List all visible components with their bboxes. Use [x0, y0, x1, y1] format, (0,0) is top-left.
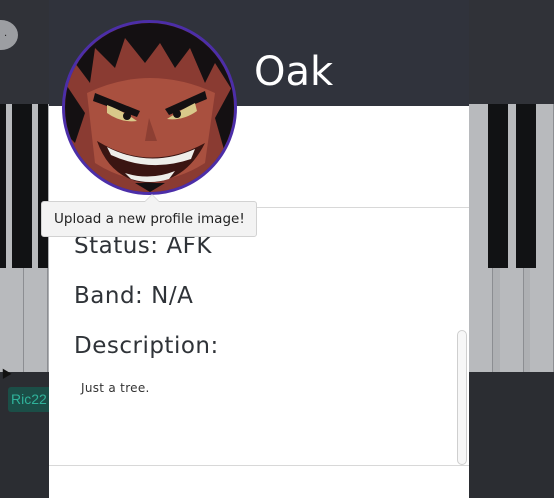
description-text: Just a tree. [81, 381, 150, 395]
upload-avatar-tooltip: Upload a new profile image! [41, 194, 257, 237]
profile-name: Oak [254, 49, 334, 95]
piano-black-key[interactable] [12, 104, 32, 268]
profile-avatar-button[interactable] [62, 20, 237, 195]
description-scrollbar[interactable] [457, 330, 467, 465]
piano-black-key[interactable] [38, 104, 48, 268]
divider [49, 465, 469, 466]
piano-black-key[interactable] [516, 104, 536, 268]
piano-black-key[interactable] [0, 104, 6, 268]
profile-avatar-image [65, 23, 234, 192]
band-field: Band: N/A [74, 283, 194, 309]
user-tag[interactable]: Ric22 [8, 387, 52, 412]
description-label: Description: [74, 333, 219, 359]
background-circle-glyph: . [4, 28, 8, 39]
piano-black-key[interactable] [488, 104, 508, 268]
